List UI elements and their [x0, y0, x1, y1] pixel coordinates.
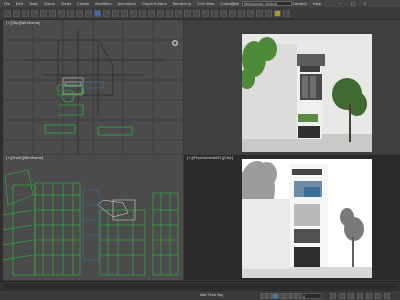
- time-slider[interactable]: [4, 284, 396, 289]
- pivot-icon[interactable]: [130, 10, 137, 17]
- link-icon[interactable]: [22, 10, 29, 17]
- menu-item[interactable]: Edit: [16, 2, 23, 6]
- schematic-icon[interactable]: [238, 10, 245, 17]
- main-toolbar: [0, 7, 400, 20]
- sign-in-icon[interactable]: ◯: [230, 1, 236, 6]
- redo-icon[interactable]: [13, 10, 20, 17]
- viewport-label[interactable]: [+][Top][Wireframe]: [6, 21, 40, 25]
- current-frame-field[interactable]: 0: [300, 293, 322, 299]
- render-setup-icon[interactable]: [256, 10, 263, 17]
- top-wireframe-scene: [3, 20, 183, 154]
- timeline[interactable]: [0, 281, 400, 290]
- menu-item[interactable]: Graph Editors: [142, 2, 167, 6]
- fov-icon[interactable]: [357, 293, 363, 299]
- menu-item[interactable]: Tools: [29, 2, 38, 6]
- unlink-icon[interactable]: [31, 10, 38, 17]
- ribbon-icon[interactable]: [220, 10, 227, 17]
- percent-snap-icon[interactable]: [166, 10, 173, 17]
- align-icon[interactable]: [202, 10, 209, 17]
- snap-icon[interactable]: [148, 10, 155, 17]
- keyboard-shortcut-icon[interactable]: [139, 10, 146, 17]
- orbit-icon[interactable]: [375, 293, 381, 299]
- workspace-selector[interactable]: Workspaces: Default: [242, 1, 292, 6]
- mirror-icon[interactable]: [193, 10, 200, 17]
- named-selection-icon[interactable]: [184, 10, 191, 17]
- render-icon[interactable]: [274, 10, 281, 17]
- menu-item[interactable]: Modifiers: [95, 2, 111, 6]
- close-icon[interactable]: ×: [362, 1, 368, 6]
- zoom-all-icon[interactable]: [339, 293, 345, 299]
- select-icon[interactable]: [58, 10, 65, 17]
- select-by-name-icon[interactable]: [67, 10, 74, 17]
- rect-select-icon[interactable]: [76, 10, 83, 17]
- undo-icon[interactable]: [4, 10, 11, 17]
- viewport-top[interactable]: [+][Top][Wireframe]: [3, 20, 183, 154]
- status-bar: Add Time Tag 0: [0, 290, 400, 300]
- bind-icon[interactable]: [40, 10, 47, 17]
- clay-image: [242, 159, 372, 278]
- maximize-viewport-icon[interactable]: [384, 293, 390, 299]
- viewport-label[interactable]: [+][Front][Wireframe]: [6, 156, 43, 160]
- front-wireframe-scene: [3, 169, 179, 276]
- angle-snap-icon[interactable]: [157, 10, 164, 17]
- spinner-snap-icon[interactable]: [175, 10, 182, 17]
- render-frame-icon[interactable]: [265, 10, 272, 17]
- ref-coord-icon[interactable]: [121, 10, 128, 17]
- viewport-front[interactable]: [+][Front][Wireframe]: [3, 155, 183, 280]
- menu-item[interactable]: Animation: [118, 2, 136, 6]
- add-time-tag[interactable]: Add Time Tag: [200, 293, 223, 297]
- layer-icon[interactable]: [211, 10, 218, 17]
- time-config-icon[interactable]: [296, 293, 302, 299]
- viewport-label[interactable]: [+][PhysCamera001][Clay]: [187, 156, 233, 160]
- menu-item[interactable]: Group: [44, 2, 55, 6]
- render-frame: [242, 34, 372, 152]
- zoom-icon[interactable]: [330, 293, 336, 299]
- menu-item[interactable]: Views: [61, 2, 71, 6]
- menu-item[interactable]: Civil View: [197, 2, 214, 6]
- curve-editor-icon[interactable]: [229, 10, 236, 17]
- menu-item[interactable]: File: [4, 2, 10, 6]
- scale-icon[interactable]: [112, 10, 119, 17]
- pan-icon[interactable]: [366, 293, 372, 299]
- rotate-icon[interactable]: [103, 10, 110, 17]
- menu-item[interactable]: Rendering: [173, 2, 191, 6]
- window-crossing-icon[interactable]: [85, 10, 92, 17]
- zoom-extents-icon[interactable]: [348, 293, 354, 299]
- title-tools: ◯ Workspaces: Default – □ ×: [230, 0, 368, 7]
- material-editor-icon[interactable]: [247, 10, 254, 17]
- clay-render-frame: [242, 159, 372, 278]
- selection-filter[interactable]: [49, 10, 56, 17]
- menu-item[interactable]: Create: [77, 2, 89, 6]
- move-icon[interactable]: [94, 10, 101, 17]
- minimize-icon[interactable]: –: [338, 1, 344, 6]
- maximize-icon[interactable]: □: [350, 1, 356, 6]
- render-image: [242, 34, 372, 152]
- production-icon[interactable]: [283, 10, 290, 17]
